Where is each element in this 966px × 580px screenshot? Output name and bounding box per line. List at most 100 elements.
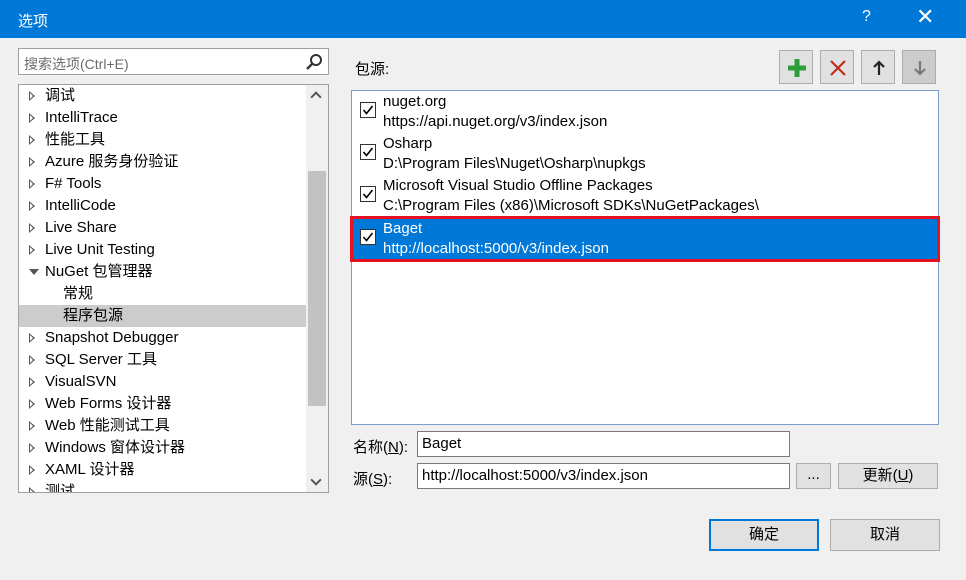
collapsed-triangle-icon[interactable]	[29, 443, 35, 453]
expanded-triangle-icon[interactable]	[29, 269, 39, 275]
tree-item-label: 性能工具	[45, 131, 106, 148]
source-checkbox[interactable]	[360, 144, 376, 160]
name-field[interactable]: Baget	[417, 431, 790, 457]
tree-item[interactable]: Web Forms 设计器	[19, 393, 307, 415]
collapsed-triangle-icon[interactable]	[29, 421, 35, 431]
tree-item[interactable]: SQL Server 工具	[19, 349, 307, 371]
source-url: https://api.nuget.org/v3/index.json	[383, 113, 608, 130]
tree-item[interactable]: 测试	[19, 481, 307, 492]
update-label-post: )	[908, 467, 914, 484]
package-sources-list[interactable]: nuget.org https://api.nuget.org/v3/index…	[350, 90, 940, 425]
title-bar: 选项 ? ✕	[0, 0, 966, 38]
collapsed-triangle-icon[interactable]	[29, 179, 35, 189]
tree-item-label: IntelliCode	[45, 197, 116, 214]
scroll-down-button[interactable]	[306, 472, 328, 492]
options-search-input[interactable]: 搜索选项(Ctrl+E)	[18, 48, 329, 75]
collapsed-triangle-icon[interactable]	[29, 245, 35, 255]
tree-item-label: 调试	[45, 87, 76, 104]
name-label-post: ):	[398, 439, 409, 456]
arrow-down-icon	[914, 61, 926, 76]
tree-item-label: IntelliTrace	[45, 109, 118, 126]
source-item-vs-offline[interactable]: Microsoft Visual Studio Offline Packages…	[352, 175, 938, 217]
tree-child-item[interactable]: 程序包源	[19, 305, 307, 327]
source-item-baget[interactable]: Baget http://localhost:5000/v3/index.jso…	[350, 216, 940, 262]
scrollbar-thumb[interactable]	[308, 171, 326, 406]
tree-item-label: Web 性能测试工具	[45, 417, 170, 434]
source-item-nuget-org[interactable]: nuget.org https://api.nuget.org/v3/index…	[352, 91, 938, 133]
tree-item[interactable]: VisualSVN	[19, 371, 307, 393]
update-button[interactable]: 更新(U)	[838, 463, 938, 489]
source-name: nuget.org	[383, 93, 447, 110]
close-button[interactable]: ✕	[916, 4, 934, 30]
browse-button[interactable]: ...	[796, 463, 831, 489]
collapsed-triangle-icon[interactable]	[29, 355, 35, 365]
arrow-up-icon	[873, 60, 885, 75]
tree-child-item[interactable]: 常规	[19, 283, 307, 305]
search-icon[interactable]	[304, 52, 324, 72]
tree-item[interactable]: IntelliTrace	[19, 107, 307, 129]
source-checkbox[interactable]	[360, 102, 376, 118]
tree-item[interactable]: F# Tools	[19, 173, 307, 195]
collapsed-triangle-icon[interactable]	[29, 113, 35, 123]
source-name: Baget	[383, 220, 423, 237]
tree-item[interactable]: Windows 窗体设计器	[19, 437, 307, 459]
name-label-pre: 名称(	[353, 439, 388, 456]
source-checkbox[interactable]	[360, 186, 376, 202]
source-field[interactable]: http://localhost:5000/v3/index.json	[417, 463, 790, 489]
source-name: Osharp	[383, 135, 433, 152]
update-label-pre: 更新(	[862, 467, 898, 484]
source-checkbox[interactable]	[360, 229, 376, 245]
plus-icon	[788, 59, 806, 77]
delete-icon	[830, 60, 846, 76]
collapsed-triangle-icon[interactable]	[29, 465, 35, 475]
tree-item[interactable]: 性能工具	[19, 129, 307, 151]
tree-item[interactable]: 调试	[19, 85, 307, 107]
tree-item[interactable]: Snapshot Debugger	[19, 327, 307, 349]
collapsed-triangle-icon[interactable]	[29, 223, 35, 233]
search-placeholder: 搜索选项(Ctrl+E)	[24, 56, 129, 72]
collapsed-triangle-icon[interactable]	[29, 91, 35, 101]
chevron-down-icon	[310, 474, 322, 486]
tree-item-label: XAML 设计器	[45, 461, 135, 478]
collapsed-triangle-icon[interactable]	[29, 201, 35, 211]
ok-button[interactable]: 确定	[709, 519, 819, 551]
collapsed-triangle-icon[interactable]	[29, 157, 35, 167]
collapsed-triangle-icon[interactable]	[29, 399, 35, 409]
cancel-button[interactable]: 取消	[830, 519, 940, 551]
options-tree[interactable]: 调试 IntelliTrace 性能工具 Azure 服务身份验证 F# Tools In…	[18, 84, 329, 493]
collapsed-triangle-icon[interactable]	[29, 333, 35, 343]
collapsed-triangle-icon[interactable]	[29, 487, 35, 492]
move-down-button[interactable]	[902, 50, 936, 84]
source-label-post: ):	[383, 471, 393, 488]
tree-item-label: NuGet 包管理器	[45, 263, 153, 280]
checkmark-icon	[362, 147, 374, 157]
move-up-button[interactable]	[861, 50, 895, 84]
tree-item-label: Azure 服务身份验证	[45, 153, 179, 170]
add-source-button[interactable]	[779, 50, 813, 84]
collapsed-triangle-icon[interactable]	[29, 135, 35, 145]
tree-item-label: Live Unit Testing	[45, 241, 155, 258]
help-button[interactable]: ?	[862, 8, 871, 26]
tree-item[interactable]: XAML 设计器	[19, 459, 307, 481]
tree-item[interactable]: NuGet 包管理器	[19, 261, 307, 283]
collapsed-triangle-icon[interactable]	[29, 377, 35, 387]
tree-item-label: Snapshot Debugger	[45, 329, 179, 346]
tree-item-label: Live Share	[45, 219, 117, 236]
remove-source-button[interactable]	[820, 50, 854, 84]
checkmark-icon	[362, 105, 374, 115]
name-label: 名称(N):	[353, 436, 408, 457]
tree-item[interactable]: IntelliCode	[19, 195, 307, 217]
tree-item[interactable]: Azure 服务身份验证	[19, 151, 307, 173]
package-sources-label: 包源:	[355, 61, 390, 78]
source-url: C:\Program Files (x86)\Microsoft SDKs\Nu…	[383, 197, 759, 214]
source-label-pre: 源(	[353, 471, 373, 488]
tree-item-label: 程序包源	[63, 307, 124, 324]
scroll-up-button[interactable]	[306, 85, 328, 105]
tree-item[interactable]: Web 性能测试工具	[19, 415, 307, 437]
source-item-osharp[interactable]: Osharp D:\Program Files\Nuget\Osharp\nup…	[352, 133, 938, 175]
tree-item-label: Windows 窗体设计器	[45, 439, 186, 456]
chevron-up-icon	[310, 91, 322, 103]
tree-scrollbar[interactable]	[306, 85, 328, 492]
tree-item[interactable]: Live Share	[19, 217, 307, 239]
tree-item[interactable]: Live Unit Testing	[19, 239, 307, 261]
